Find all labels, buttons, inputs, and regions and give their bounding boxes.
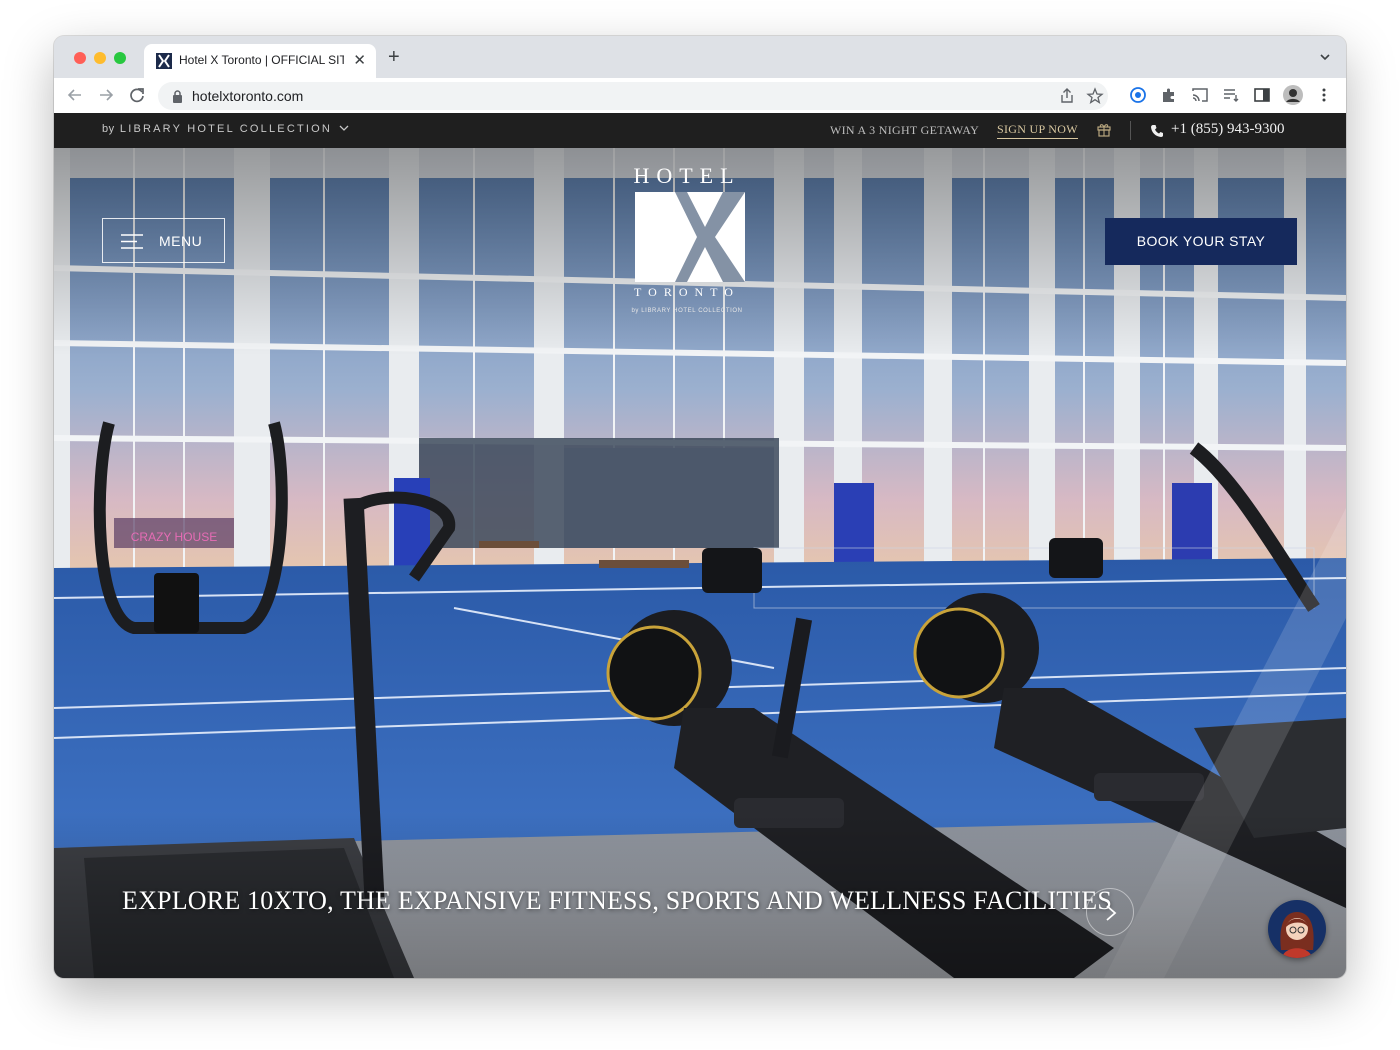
website-viewport: by LIBRARY HOTEL COLLECTION WIN A 3 NIGH… [54,113,1346,978]
gift-icon[interactable] [1097,122,1111,137]
share-icon[interactable] [1058,87,1076,105]
x-logo-mark [635,192,745,282]
profile-avatar[interactable] [1283,85,1303,105]
signup-link[interactable]: SIGN UP NOW [997,122,1078,139]
utility-divider [1130,121,1131,140]
book-your-stay-button[interactable]: BOOK YOUR STAY [1105,218,1297,265]
extension-icon[interactable] [1129,86,1147,104]
reading-list-icon[interactable] [1222,86,1240,104]
new-tab-button[interactable]: + [388,46,400,69]
phone-icon [1151,125,1163,137]
hero-caption: EXPLORE 10XTO, THE EXPANSIVE FITNESS, SP… [122,886,1113,915]
collection-by: by [102,123,115,135]
cast-icon[interactable] [1191,86,1209,104]
chat-widget-button[interactable] [1268,900,1326,958]
hotel-x-logo[interactable]: HOTEL TORONTO by LIBRARY HOTEL COLLECTIO… [625,163,749,323]
collection-name: LIBRARY HOTEL COLLECTION [119,123,333,135]
chevron-right-icon [1106,905,1117,921]
browser-toolbar: hotelxtoronto.com [54,78,1346,114]
logo-hotel-text: HOTEL [633,163,741,188]
sidebar-icon[interactable] [1253,86,1271,104]
puzzle-icon[interactable] [1160,86,1178,104]
kebab-menu-icon[interactable] [1315,86,1333,104]
chevron-down-icon [339,125,349,131]
maximize-window-button[interactable] [114,52,126,64]
menu-label: MENU [159,233,203,249]
favicon [156,53,172,69]
utility-bar: by LIBRARY HOTEL COLLECTION WIN A 3 NIGH… [54,113,1346,148]
menu-button[interactable]: MENU [102,218,225,263]
back-arrow-icon[interactable] [64,84,86,106]
logo-subtitle: by LIBRARY HOTEL COLLECTION [631,308,743,314]
hamburger-icon [121,234,143,249]
tab-title: Hotel X Toronto | OFFICIAL SITE [179,53,344,67]
logo-toronto-text: TORONTO [634,285,740,299]
star-icon[interactable] [1086,87,1104,105]
minimize-window-button[interactable] [94,52,106,64]
url-text[interactable]: hotelxtoronto.com [192,88,303,104]
hero-section: CRAZY HOUSE [54,148,1346,978]
collection-dropdown[interactable]: by LIBRARY HOTEL COLLECTION [102,123,349,135]
promo-text: WIN A 3 NIGHT GETAWAY [830,123,980,137]
close-window-button[interactable] [74,52,86,64]
address-bar[interactable]: hotelxtoronto.com [158,82,1108,110]
forward-arrow-icon[interactable] [95,84,117,106]
browser-tab-active[interactable]: Hotel X Toronto | OFFICIAL SITE ✕ [144,44,376,78]
phone-number-link[interactable]: +1 (855) 943-9300 [1171,121,1284,138]
next-slide-button[interactable] [1086,888,1134,936]
reload-icon[interactable] [126,84,148,106]
chat-avatar-icon [1280,912,1314,958]
tab-close-icon[interactable]: ✕ [353,51,366,69]
tab-strip: Hotel X Toronto | OFFICIAL SITE ✕ + [54,36,1346,78]
browser-window: Hotel X Toronto | OFFICIAL SITE ✕ + hote… [54,36,1346,978]
lock-icon[interactable] [172,90,183,103]
tab-search-chevron-down-icon[interactable] [1318,50,1332,64]
